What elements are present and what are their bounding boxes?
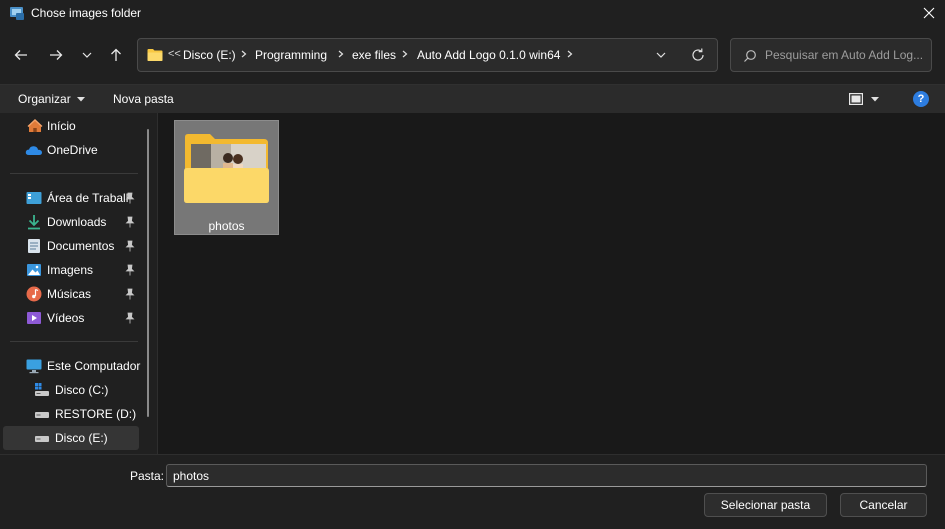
change-view-button[interactable] bbox=[849, 90, 889, 108]
address-dropdown-button[interactable] bbox=[654, 49, 668, 61]
chevron-right-icon[interactable] bbox=[401, 47, 409, 61]
sidebar-item-documents[interactable]: Documentos bbox=[3, 234, 139, 258]
sidebar-item-drive-d[interactable]: RESTORE (D:) bbox=[3, 402, 139, 426]
sidebar-item-label: Este Computador bbox=[47, 359, 141, 373]
help-button[interactable]: ? bbox=[913, 91, 929, 107]
drive-icon bbox=[34, 430, 50, 446]
sidebar-scrollbar[interactable] bbox=[147, 129, 149, 417]
computer-icon bbox=[26, 358, 42, 374]
navigation-pane: Início OneDrive Área de Traball Download… bbox=[0, 113, 158, 454]
folder-field-label: Pasta: bbox=[130, 469, 165, 483]
chevron-down-icon bbox=[82, 52, 92, 58]
chevron-down-icon bbox=[656, 52, 666, 58]
recent-locations-button[interactable] bbox=[75, 45, 99, 65]
search-input[interactable] bbox=[765, 40, 929, 70]
download-icon bbox=[26, 214, 42, 230]
sidebar-divider bbox=[10, 173, 138, 174]
sidebar-item-drive-c[interactable]: Disco (C:) bbox=[3, 378, 139, 402]
command-bar: Organizar Nova pasta ? bbox=[0, 84, 945, 113]
breadcrumb-programming[interactable]: Programming bbox=[255, 48, 327, 62]
arrow-up-icon bbox=[111, 48, 121, 61]
sidebar-item-videos[interactable]: Vídeos bbox=[3, 306, 139, 330]
forward-button[interactable] bbox=[44, 45, 68, 65]
sidebar-item-label: Documentos bbox=[47, 239, 115, 253]
back-button[interactable] bbox=[9, 45, 33, 65]
sidebar-item-label: Imagens bbox=[47, 263, 94, 277]
refresh-icon bbox=[692, 48, 704, 61]
breadcrumb-current-folder[interactable]: Auto Add Logo 0.1.0 win64 bbox=[417, 48, 560, 62]
sidebar-item-label: Disco (E:) bbox=[55, 431, 108, 445]
sidebar-item-label: Disco (C:) bbox=[55, 383, 109, 397]
folder-thumbnail-icon bbox=[184, 134, 269, 203]
chevron-right-icon[interactable] bbox=[566, 47, 574, 61]
title-bar: Chose images folder bbox=[0, 0, 945, 26]
video-icon bbox=[26, 310, 42, 326]
file-list-view: photos bbox=[158, 113, 945, 454]
select-folder-button[interactable]: Selecionar pasta bbox=[704, 493, 827, 517]
cloud-icon bbox=[25, 142, 42, 158]
arrow-left-icon bbox=[14, 50, 27, 60]
folder-icon bbox=[147, 48, 163, 62]
new-folder-button[interactable]: Nova pasta bbox=[113, 92, 174, 106]
address-bar[interactable]: << Disco (E:) Programming exe files Auto… bbox=[137, 38, 718, 72]
chevron-right-icon[interactable] bbox=[240, 47, 248, 61]
address-overflow[interactable]: << bbox=[168, 48, 181, 60]
sidebar-divider bbox=[10, 341, 138, 342]
pin-icon bbox=[125, 264, 135, 276]
sidebar-item-label: Vídeos bbox=[47, 311, 85, 325]
sidebar-item-onedrive[interactable]: OneDrive bbox=[3, 138, 139, 162]
sidebar-item-label: Área de Traball bbox=[47, 191, 129, 205]
chevron-right-icon[interactable] bbox=[337, 47, 345, 61]
drive-icon bbox=[34, 406, 50, 422]
cancel-button[interactable]: Cancelar bbox=[840, 493, 927, 517]
pin-icon bbox=[125, 192, 135, 204]
pin-icon bbox=[125, 312, 135, 324]
close-button[interactable] bbox=[913, 0, 945, 26]
close-icon bbox=[923, 7, 935, 19]
caret-down-icon bbox=[76, 96, 85, 101]
sidebar-item-drive-e[interactable]: Disco (E:) bbox=[3, 426, 139, 450]
folder-item-photos[interactable]: photos bbox=[174, 120, 279, 235]
home-icon bbox=[27, 118, 43, 134]
up-button[interactable] bbox=[104, 45, 128, 65]
sidebar-item-desktop[interactable]: Área de Traball bbox=[3, 186, 139, 210]
sidebar-item-label: Início bbox=[47, 119, 76, 133]
drive-icon bbox=[34, 382, 50, 398]
breadcrumb-exe-files[interactable]: exe files bbox=[352, 48, 396, 62]
breadcrumb-drive[interactable]: Disco (E:) bbox=[183, 48, 236, 62]
sidebar-item-downloads[interactable]: Downloads bbox=[3, 210, 139, 234]
pin-icon bbox=[125, 240, 135, 252]
folder-item-label: photos bbox=[208, 219, 245, 233]
sidebar-item-music[interactable]: Músicas bbox=[3, 282, 139, 306]
navigation-bar: << Disco (E:) Programming exe files Auto… bbox=[0, 26, 945, 84]
arrow-right-icon bbox=[50, 50, 63, 60]
refresh-button[interactable] bbox=[690, 47, 706, 63]
caret-down-icon bbox=[871, 96, 879, 101]
music-icon bbox=[26, 286, 42, 302]
dialog-footer: Pasta: Selecionar pasta Cancelar bbox=[0, 454, 945, 529]
window-title: Chose images folder bbox=[31, 6, 142, 20]
sidebar-item-label: OneDrive bbox=[47, 143, 98, 157]
image-icon bbox=[26, 262, 42, 278]
sidebar-item-label: RESTORE (D:) bbox=[55, 407, 137, 421]
pin-icon bbox=[125, 288, 135, 300]
sidebar-item-label: Downloads bbox=[47, 215, 107, 229]
sidebar-item-inicio[interactable]: Início bbox=[3, 114, 139, 138]
desktop-icon bbox=[26, 190, 42, 206]
organize-button[interactable]: Organizar bbox=[18, 92, 85, 106]
sidebar-item-pictures[interactable]: Imagens bbox=[3, 258, 139, 282]
search-box[interactable] bbox=[730, 38, 932, 72]
pin-icon bbox=[125, 216, 135, 228]
organize-label: Organizar bbox=[18, 92, 71, 106]
folder-name-input[interactable] bbox=[166, 464, 927, 487]
app-icon bbox=[9, 5, 25, 21]
document-icon bbox=[26, 238, 42, 254]
sidebar-item-label: Músicas bbox=[47, 287, 92, 301]
sidebar-item-this-pc[interactable]: Este Computador bbox=[3, 354, 141, 378]
preview-pane-icon bbox=[849, 93, 863, 105]
search-icon bbox=[743, 49, 757, 63]
